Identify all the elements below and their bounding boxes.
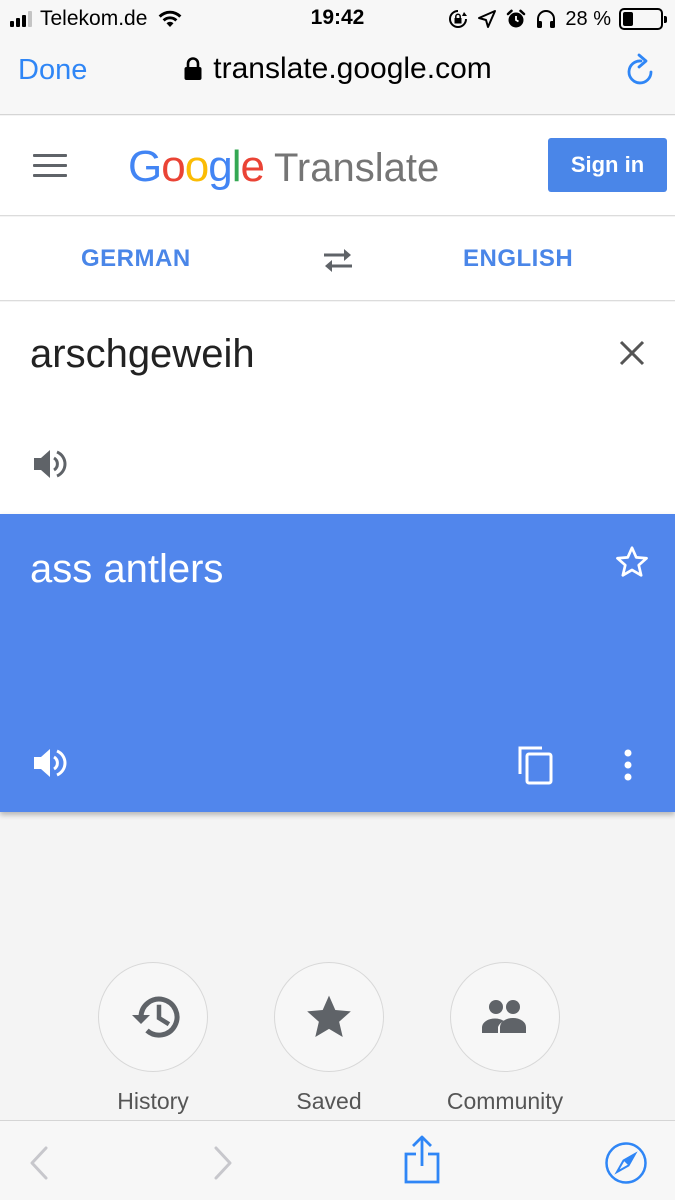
open-in-safari-button[interactable]: [604, 1141, 648, 1190]
lock-icon: [184, 57, 202, 80]
back-icon: [30, 1146, 48, 1180]
community-button[interactable]: [450, 962, 560, 1072]
history-button[interactable]: [98, 962, 208, 1072]
saved-label: Saved: [296, 1088, 362, 1114]
translation-text: ass antlers: [30, 547, 224, 591]
reload-button[interactable]: [625, 52, 657, 93]
battery-fill: [623, 12, 634, 26]
alarm-icon: [507, 9, 526, 28]
safari-compass-icon: [605, 1142, 647, 1184]
forward-icon: [214, 1146, 232, 1180]
translation-card: ass antlers: [0, 514, 675, 812]
status-right: 28 %: [447, 6, 667, 32]
community-label: Community: [446, 1088, 564, 1114]
history-icon: [132, 996, 180, 1038]
browser-url-bar: Done translate.google.com: [0, 38, 675, 115]
save-translation-button[interactable]: [614, 544, 650, 585]
translation-listen-button[interactable]: [32, 746, 68, 785]
more-options-button[interactable]: [622, 748, 634, 787]
url-text: translate.google.com: [213, 52, 492, 85]
battery-percent: 28 %: [565, 7, 611, 30]
back-button[interactable]: [28, 1145, 50, 1186]
source-listen-button[interactable]: [32, 447, 68, 486]
url-field[interactable]: translate.google.com: [0, 52, 675, 86]
people-icon: [482, 1000, 526, 1033]
menu-icon[interactable]: [33, 154, 67, 178]
star-filled-icon: [307, 995, 351, 1038]
source-input-area[interactable]: arschgeweih: [0, 302, 675, 514]
more-vert-icon: [624, 749, 632, 781]
share-icon: [404, 1135, 440, 1184]
source-language-button[interactable]: GERMAN: [81, 245, 191, 273]
history-label: History: [117, 1088, 189, 1114]
saved-button[interactable]: [274, 962, 384, 1072]
battery-icon: [619, 8, 667, 30]
reload-icon: [627, 53, 653, 85]
copy-icon: [518, 746, 553, 785]
product-name: Translate: [273, 146, 440, 190]
copy-button[interactable]: [516, 744, 556, 791]
swap-languages-button[interactable]: [320, 245, 356, 280]
sign-in-button[interactable]: Sign in: [548, 138, 667, 192]
status-bar: Telekom.de 19:42 28 %: [0, 0, 675, 38]
location-icon: [478, 10, 497, 28]
speaker-icon: [34, 749, 67, 777]
clear-icon: [619, 340, 645, 366]
speaker-icon: [34, 450, 67, 478]
history-shortcut[interactable]: History: [63, 962, 243, 1115]
shortcuts-row: History Saved Community: [0, 962, 675, 1120]
browser-toolbar: [0, 1120, 675, 1200]
headphones-icon: [537, 10, 556, 28]
google-translate-logo[interactable]: Google Translate: [128, 142, 439, 192]
language-bar: GERMAN ENGLISH: [0, 217, 675, 301]
clear-button[interactable]: [619, 340, 645, 371]
screen-lock-icon: [449, 10, 468, 28]
app-header: Google Translate Sign in: [0, 116, 675, 216]
swap-icon: [324, 249, 352, 272]
community-shortcut[interactable]: Community: [415, 962, 595, 1115]
forward-button[interactable]: [212, 1145, 234, 1186]
target-language-button[interactable]: ENGLISH: [463, 245, 573, 273]
saved-shortcut[interactable]: Saved: [239, 962, 419, 1115]
star-icon: [616, 546, 648, 577]
source-text[interactable]: arschgeweih: [30, 332, 255, 377]
share-button[interactable]: [402, 1135, 442, 1190]
